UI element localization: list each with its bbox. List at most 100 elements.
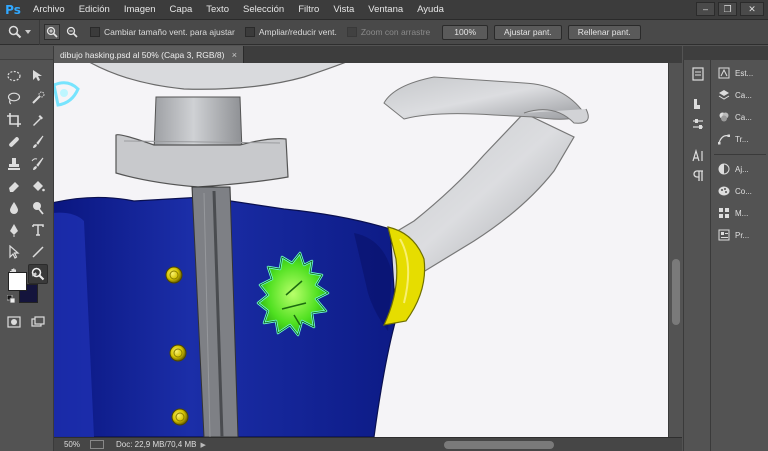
close-tab-icon[interactable]: × bbox=[232, 50, 237, 60]
quick-mask-button[interactable] bbox=[4, 312, 24, 332]
scrubby-zoom-label: Zoom con arrastre bbox=[360, 27, 431, 37]
brush-icon bbox=[33, 135, 44, 148]
chevron-down-icon bbox=[25, 30, 31, 34]
zoom-in-button[interactable] bbox=[44, 24, 60, 40]
actual-pixels-button[interactable]: 100% bbox=[442, 24, 489, 40]
resize-windows-label: Cambiar tamaño vent. para ajustar bbox=[104, 27, 235, 37]
blur-tool[interactable] bbox=[4, 198, 24, 218]
lasso-tool[interactable] bbox=[4, 88, 24, 108]
healing-brush-tool[interactable] bbox=[4, 132, 24, 152]
eyedropper-tool[interactable] bbox=[28, 110, 48, 130]
menu-archivo[interactable]: Archivo bbox=[26, 0, 72, 20]
scrubby-zoom-checkbox[interactable] bbox=[346, 27, 357, 37]
tools-panel bbox=[0, 46, 54, 451]
dodge-tool[interactable] bbox=[28, 198, 48, 218]
swatches-grid-icon bbox=[719, 208, 729, 218]
document-tab-title: dibujo hasking.psd al 50% (Capa 3, RGB/8… bbox=[60, 49, 225, 60]
status-export-icon[interactable] bbox=[90, 440, 104, 449]
elliptical-marquee-tool[interactable] bbox=[4, 66, 24, 86]
history-brush-icon bbox=[31, 157, 44, 170]
close-button[interactable]: ✕ bbox=[740, 2, 764, 16]
styles-panel-tab[interactable]: Est... bbox=[712, 62, 768, 84]
menu-capa[interactable]: Capa bbox=[163, 0, 200, 20]
paths-panel-label: Tr... bbox=[735, 134, 749, 144]
vertical-scroll-thumb[interactable] bbox=[672, 259, 680, 325]
brush-tool[interactable] bbox=[28, 132, 48, 152]
zoom-all-windows-label: Ampliar/reducir vent. bbox=[258, 27, 337, 37]
move-tool[interactable] bbox=[28, 66, 48, 86]
minimize-button[interactable]: – bbox=[696, 2, 715, 16]
history-brush-tool[interactable] bbox=[28, 154, 48, 174]
zoom-all-windows-checkbox[interactable] bbox=[244, 27, 255, 37]
zoom-out-button[interactable] bbox=[64, 24, 80, 40]
default-colors-icon[interactable] bbox=[6, 294, 16, 304]
screen-mode-button[interactable] bbox=[28, 312, 48, 332]
drop-icon bbox=[10, 202, 18, 214]
document-tab-bar: dibujo hasking.psd al 50% (Capa 3, RGB/8… bbox=[54, 46, 682, 63]
color-panel-tab[interactable]: Co... bbox=[712, 180, 768, 202]
zoom-level[interactable]: 50% bbox=[54, 440, 90, 449]
clone-stamp-tool[interactable] bbox=[4, 154, 24, 174]
line-icon bbox=[32, 246, 44, 258]
type-icon bbox=[32, 224, 44, 236]
fit-screen-button[interactable]: Ajustar pant. bbox=[494, 24, 562, 40]
dodge-icon bbox=[33, 202, 44, 215]
paint-bucket-tool[interactable] bbox=[28, 176, 48, 196]
menu-filtro[interactable]: Filtro bbox=[291, 0, 326, 20]
tool-preset-picker[interactable] bbox=[0, 19, 40, 45]
pen-icon bbox=[10, 224, 18, 237]
character-panel-icon[interactable] bbox=[690, 148, 706, 164]
menu-edicion[interactable]: Edición bbox=[72, 0, 117, 20]
layers-panel-tab[interactable]: Ca... bbox=[712, 84, 768, 106]
menu-ayuda[interactable]: Ayuda bbox=[410, 0, 451, 20]
adjustments-icon bbox=[718, 163, 730, 175]
layers-icon bbox=[718, 90, 730, 100]
path-selection-tool[interactable] bbox=[4, 242, 24, 262]
eraser-tool[interactable] bbox=[4, 176, 24, 196]
swap-colors-icon[interactable] bbox=[31, 272, 39, 280]
paragraph-panel-icon[interactable] bbox=[690, 168, 706, 184]
swatches-panel-tab[interactable]: M... bbox=[712, 202, 768, 224]
menu-imagen[interactable]: Imagen bbox=[117, 0, 163, 20]
foreground-color-swatch[interactable] bbox=[8, 272, 27, 291]
adjustments-panel-tab[interactable]: Aj... bbox=[712, 158, 768, 180]
menu-bar: Ps Archivo Edición Imagen Capa Texto Sel… bbox=[0, 0, 768, 20]
horizontal-scroll-thumb[interactable] bbox=[444, 441, 554, 449]
fill-screen-button[interactable]: Rellenar pant. bbox=[567, 24, 641, 40]
vertical-scrollbar[interactable] bbox=[668, 63, 682, 437]
canvas[interactable] bbox=[54, 63, 668, 437]
menu-ventana[interactable]: Ventana bbox=[361, 0, 410, 20]
move-icon bbox=[33, 70, 42, 81]
properties-icon bbox=[718, 229, 730, 241]
document-tab[interactable]: dibujo hasking.psd al 50% (Capa 3, RGB/8… bbox=[54, 46, 244, 63]
pen-tool[interactable] bbox=[4, 220, 24, 240]
properties-panel-tab[interactable]: Pr... bbox=[712, 224, 768, 246]
screen-mode-icon bbox=[31, 316, 45, 327]
resize-windows-checkbox[interactable] bbox=[90, 27, 100, 37]
eraser-icon bbox=[9, 182, 19, 192]
brush-settings-panel-icon[interactable] bbox=[690, 116, 706, 132]
type-tool[interactable] bbox=[28, 220, 48, 240]
menu-seleccion[interactable]: Selección bbox=[236, 0, 291, 20]
photoshop-logo: Ps bbox=[5, 2, 21, 17]
path-selection-icon bbox=[9, 245, 20, 259]
crop-tool[interactable] bbox=[4, 110, 24, 130]
color-palette-icon bbox=[718, 186, 730, 196]
status-menu-arrow-icon[interactable]: ▶ bbox=[200, 441, 205, 449]
quick-selection-tool[interactable] bbox=[28, 88, 48, 108]
panel-dock-grip[interactable] bbox=[683, 46, 768, 60]
adjustments-panel-label: Aj... bbox=[735, 164, 749, 174]
styles-icon bbox=[718, 67, 730, 79]
paths-panel-tab[interactable]: Tr... bbox=[712, 128, 768, 150]
actions-panel-icon[interactable] bbox=[690, 96, 706, 112]
restore-button[interactable]: ❐ bbox=[718, 2, 737, 16]
channels-icon bbox=[719, 112, 729, 122]
line-tool[interactable] bbox=[28, 242, 48, 262]
menu-texto[interactable]: Texto bbox=[199, 0, 236, 20]
toolbar-grip[interactable] bbox=[0, 46, 53, 60]
channels-panel-tab[interactable]: Ca... bbox=[712, 106, 768, 128]
menu-vista[interactable]: Vista bbox=[326, 0, 361, 20]
eyedropper-icon bbox=[33, 115, 43, 126]
history-panel-icon[interactable] bbox=[690, 66, 706, 82]
horizontal-scrollbar[interactable] bbox=[372, 441, 668, 449]
